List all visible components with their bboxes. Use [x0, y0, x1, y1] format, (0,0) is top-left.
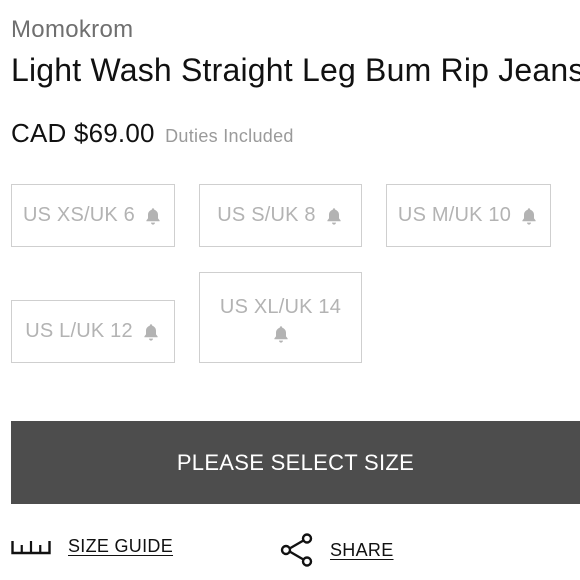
- bell-icon: [141, 322, 161, 342]
- price-row: CAD $69.00 Duties Included: [11, 118, 294, 149]
- duties-note: Duties Included: [165, 126, 294, 146]
- size-label: US XL/UK 14: [219, 295, 342, 318]
- size-option-us-xl[interactable]: US XL/UK 14: [199, 272, 362, 363]
- size-option-us-s[interactable]: US S/UK 8: [199, 184, 362, 247]
- product-page: Momokrom Light Wash Straight Leg Bum Rip…: [0, 0, 580, 580]
- bell-icon: [324, 206, 344, 226]
- share-label[interactable]: SHARE: [330, 540, 394, 561]
- share-icon: [280, 532, 314, 568]
- brand-name[interactable]: Momokrom: [11, 16, 133, 44]
- product-price: CAD $69.00: [11, 118, 155, 148]
- product-title: Light Wash Straight Leg Bum Rip Jeans: [11, 52, 580, 88]
- bell-icon: [271, 324, 291, 344]
- size-option-us-l[interactable]: US L/UK 12: [11, 300, 175, 363]
- size-label: US L/UK 12: [25, 320, 133, 342]
- select-size-label: PLEASE SELECT SIZE: [176, 449, 415, 475]
- size-guide-link[interactable]: SIZE GUIDE: [11, 536, 173, 557]
- bell-icon: [143, 206, 163, 226]
- select-size-button[interactable]: PLEASE SELECT SIZE: [11, 421, 580, 504]
- size-label: US S/UK 8: [217, 204, 316, 226]
- share-link[interactable]: SHARE: [280, 532, 394, 568]
- ruler-icon: [11, 539, 51, 555]
- size-option-us-m[interactable]: US M/UK 10: [386, 184, 551, 247]
- size-guide-label[interactable]: SIZE GUIDE: [68, 536, 173, 557]
- size-label: US M/UK 10: [397, 204, 512, 226]
- size-label: US XS/UK 6: [22, 204, 136, 226]
- bell-icon: [519, 206, 539, 226]
- size-option-us-xs[interactable]: US XS/UK 6: [11, 184, 175, 247]
